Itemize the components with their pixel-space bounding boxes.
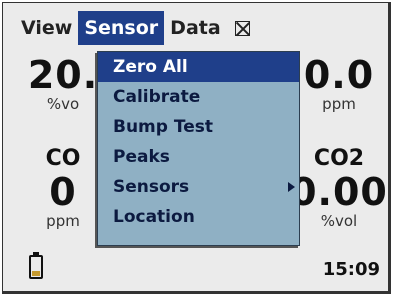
- battery-icon: [29, 252, 43, 279]
- menu-view[interactable]: View: [15, 11, 78, 45]
- sensor-tile-bottom-right: CO2 0.00 %vol: [289, 146, 389, 230]
- device-screen: View Sensor Data 20. %vo 0.0 ppm CO 0 pp…: [0, 0, 393, 296]
- menu-item-bump-test[interactable]: Bump Test: [98, 112, 299, 142]
- menu-item-peaks[interactable]: Peaks: [98, 142, 299, 172]
- menu-item-zero-all[interactable]: Zero All: [98, 52, 299, 82]
- battery-level: [32, 271, 40, 276]
- sensor-unit: %vol: [320, 212, 358, 230]
- menu-item-location[interactable]: Location: [98, 202, 299, 232]
- menu-item-label: Peaks: [113, 147, 170, 167]
- sensor-tile-top-right: 0.0 ppm: [289, 55, 389, 113]
- sensor-dropdown-menu: Zero All Calibrate Bump Test Peaks Senso…: [97, 51, 300, 246]
- submenu-arrow-icon: [288, 182, 295, 192]
- menu-sensor[interactable]: Sensor: [78, 11, 165, 45]
- clock: 15:09: [322, 259, 380, 280]
- sensor-reading: 0.00: [290, 170, 388, 214]
- menu-bar: View Sensor Data: [15, 11, 388, 45]
- menu-item-label: Zero All: [113, 57, 188, 77]
- menu-item-label: Calibrate: [113, 87, 201, 107]
- menu-item-label: Location: [113, 207, 195, 227]
- menu-item-calibrate[interactable]: Calibrate: [98, 82, 299, 112]
- sensor-gas-label: CO2: [313, 146, 365, 171]
- display-area: View Sensor Data 20. %vo 0.0 ppm CO 0 pp…: [2, 2, 391, 294]
- sensor-reading: 0.0: [303, 53, 375, 97]
- menu-data[interactable]: Data: [164, 11, 227, 45]
- close-icon[interactable]: [234, 20, 250, 36]
- menu-item-label: Bump Test: [113, 117, 213, 137]
- sensor-unit: ppm: [322, 95, 356, 113]
- menu-item-sensors[interactable]: Sensors: [98, 172, 299, 202]
- menu-item-label: Sensors: [113, 177, 190, 197]
